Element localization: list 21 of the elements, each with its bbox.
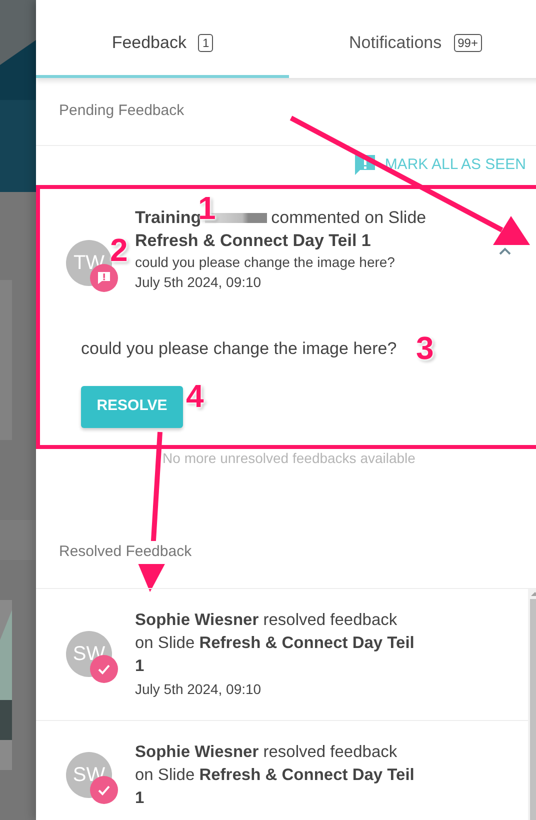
callout-number: 3 [416,330,434,366]
tab[interactable]: Feedback 1 [36,10,289,78]
comment-action: commented on Slide [271,207,426,229]
callout-number: 4 [186,378,204,414]
timestamp: July 5th 2024, 09:10 [135,273,262,292]
tab[interactable]: Notifications 99+ [289,10,536,78]
collapse-chevron-icon[interactable] [498,246,512,256]
empty-note: No more unresolved feedbacks available [162,450,416,466]
timestamp: July 5th 2024, 09:10 [135,680,262,699]
count-badge: 1 [198,34,214,52]
alert-comment-icon [352,153,377,177]
activity-text: Sophie Wiesner resolved feedback on Slide Refresh & Connect Day Teil 1 [135,742,416,808]
activity-text: Sophie Wiesner resolved feedback on Slide Refresh & Connect Day Teil 1 [135,610,416,676]
count-badge: 99+ [454,34,482,52]
section-heading: Resolved Feedback [59,541,192,564]
comment-excerpt: could you please change the image here? [135,253,396,272]
section-heading: Pending Feedback [59,101,184,122]
slide-title: Refresh & Connect Day Teil 1 [135,230,372,252]
author-name: Training [135,208,202,229]
callout-number: 2 [110,232,128,268]
comment-text: could you please change the image here? [81,338,397,360]
